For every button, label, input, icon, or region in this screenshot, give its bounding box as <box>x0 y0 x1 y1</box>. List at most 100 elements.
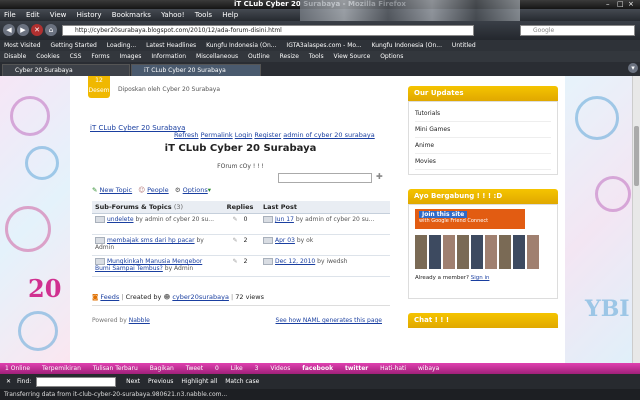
bookmark-item[interactable]: Untitled <box>452 42 476 49</box>
member-avatars[interactable] <box>415 235 541 269</box>
toolbar-link[interactable]: Terpemikiran <box>42 365 81 372</box>
blog-post: 12 Desem Diposkan oleh Cyber 20 Surabaya… <box>88 76 393 363</box>
creator-link[interactable]: cyber20surabaya <box>172 293 229 301</box>
forum-title: iT CLub Cyber 20 Surabaya <box>164 143 317 154</box>
refresh-link[interactable]: Refresh <box>174 131 199 139</box>
topic-author: by admin of cyber 20 su... <box>135 216 215 223</box>
join-sub: with Google Friend Connect <box>419 218 489 224</box>
home-icon[interactable]: ⌂ <box>45 24 57 36</box>
find-close-icon[interactable]: ✕ <box>6 378 11 385</box>
bookmark-item[interactable]: Getting Started <box>50 42 96 49</box>
toolbar-item[interactable]: Outline <box>248 53 270 60</box>
highlight-all-button[interactable]: Highlight all <box>181 378 217 385</box>
new-topic-link[interactable]: New Topic <box>100 186 133 194</box>
tab-list-icon[interactable]: ▾ <box>628 63 638 73</box>
toolbar-link[interactable]: Tulisan Terbaru <box>93 365 138 372</box>
forum-search-input[interactable] <box>278 173 372 183</box>
page-content: 20 12 Desem Diposkan oleh Cyber 20 Surab… <box>0 76 640 363</box>
toolbar-link[interactable]: wibaya <box>418 365 439 372</box>
vertical-scrollbar[interactable] <box>632 76 640 363</box>
toolbar-item[interactable]: Images <box>120 53 142 60</box>
forum-search-icon[interactable]: ✚ <box>376 172 383 181</box>
toolbar-item[interactable]: Forms <box>91 53 109 60</box>
nabble-link[interactable]: Nabble <box>129 317 150 324</box>
swirl-decoration <box>595 176 631 212</box>
facebook-link[interactable]: facebook <box>302 365 333 372</box>
join-box: Join this site with Google Friend Connec… <box>415 209 525 229</box>
tab-itclub[interactable]: iT CLub Cyber 20 Surabaya <box>131 64 261 76</box>
tweet-button[interactable]: Tweet <box>186 365 203 372</box>
stop-icon[interactable]: ✕ <box>31 24 43 36</box>
swirl-decoration <box>5 206 51 252</box>
register-link[interactable]: Register <box>254 131 281 139</box>
admin-link[interactable]: admin of cyber 20 surabaya <box>283 131 375 139</box>
toolbar-item[interactable]: Miscellaneous <box>196 53 238 60</box>
list-item[interactable]: Movies <box>415 154 551 170</box>
list-item[interactable]: Mini Games <box>415 122 551 138</box>
find-next-button[interactable]: Next <box>126 378 140 385</box>
bookmark-item[interactable]: IGTA3alaspes.com - Mo... <box>286 42 361 49</box>
sidebar: Our Updates Tutorials Mini Games Anime M… <box>408 86 558 363</box>
bookmark-item[interactable]: Loading... <box>107 42 136 49</box>
options-link[interactable]: Options <box>183 186 208 194</box>
join-button[interactable]: Join this site <box>419 211 468 218</box>
bookmark-item[interactable]: Latest Headlines <box>146 42 196 49</box>
tab-cyber20[interactable]: Cyber 20 Surabaya <box>2 64 130 76</box>
scrollbar-thumb[interactable] <box>634 126 639 186</box>
match-case-checkbox[interactable]: Match case <box>225 378 259 385</box>
toolbar-item[interactable]: Tools <box>309 53 324 60</box>
toolbar-item[interactable]: Resize <box>280 53 299 60</box>
toolbar-item[interactable]: Cookies <box>36 53 60 60</box>
menu-tools[interactable]: Tools <box>195 11 212 19</box>
topic-link[interactable]: membajak sms dari hp pacar <box>107 237 195 244</box>
url-bar[interactable]: http://cyber20surabaya.blogspot.com/2010… <box>62 25 474 36</box>
last-post-author: by admin of cyber 20 su... <box>295 216 375 223</box>
naml-link[interactable]: See how NAML generates this page <box>276 317 382 324</box>
list-item[interactable]: Tutorials <box>415 106 551 122</box>
search-input[interactable]: Google <box>520 25 635 36</box>
feeds-link[interactable]: Feeds <box>100 293 119 301</box>
login-link[interactable]: Login <box>235 131 253 139</box>
toolbar-item[interactable]: Options <box>380 53 403 60</box>
menu-yahoo[interactable]: Yahoo! <box>161 11 184 19</box>
toolbar-item[interactable]: Disable <box>4 53 26 60</box>
toolbar-item[interactable]: View Source <box>334 53 371 60</box>
menu-view[interactable]: View <box>50 11 67 19</box>
people-link[interactable]: People <box>147 186 169 194</box>
menu-edit[interactable]: Edit <box>26 11 40 19</box>
last-post-date[interactable]: Jun 17 <box>275 216 294 223</box>
back-icon[interactable]: ◀ <box>3 24 15 36</box>
bookmark-item[interactable]: Kungfu Indonesia (On... <box>206 42 276 49</box>
maximize-icon[interactable]: □ <box>617 0 624 9</box>
logo-ybi: YBI <box>585 296 630 322</box>
breadcrumb-link[interactable]: iT CLub Cyber 20 Surabaya <box>90 124 185 132</box>
forward-icon[interactable]: ▶ <box>17 24 29 36</box>
find-previous-button[interactable]: Previous <box>148 378 173 385</box>
last-post-date[interactable]: Apr 03 <box>275 237 295 244</box>
close-icon[interactable]: × <box>628 0 634 9</box>
share-button[interactable]: Bagikan <box>150 365 174 372</box>
reply-count: 2 <box>243 237 248 244</box>
sign-in-link[interactable]: Sign in <box>471 275 490 281</box>
menu-history[interactable]: History <box>77 11 102 19</box>
twitter-link[interactable]: twitter <box>345 365 368 372</box>
permalink-link[interactable]: Permalink <box>201 131 233 139</box>
toolbar-item[interactable]: CSS <box>70 53 82 60</box>
find-input[interactable] <box>36 376 117 387</box>
like-button[interactable]: Like <box>231 365 243 372</box>
topic-link[interactable]: undelete <box>107 216 134 223</box>
bookmark-item[interactable]: Most Visited <box>4 42 41 49</box>
minimize-icon[interactable]: – <box>606 0 610 9</box>
menu-help[interactable]: Help <box>222 11 238 19</box>
videos-link[interactable]: Videos <box>270 365 290 372</box>
reply-icon: ✎ <box>232 216 238 223</box>
online-count[interactable]: 1 Online <box>5 365 30 372</box>
list-item[interactable]: Anime <box>415 138 551 154</box>
bookmark-item[interactable]: Kungfu Indonesia (On... <box>372 42 442 49</box>
last-post-date[interactable]: Dec 12, 2010 <box>275 258 315 265</box>
menu-file[interactable]: File <box>4 11 16 19</box>
views-count: 72 views <box>235 293 264 301</box>
toolbar-link[interactable]: Hati-hati <box>380 365 406 372</box>
toolbar-item[interactable]: Information <box>151 53 186 60</box>
menu-bookmarks[interactable]: Bookmarks <box>112 11 151 19</box>
